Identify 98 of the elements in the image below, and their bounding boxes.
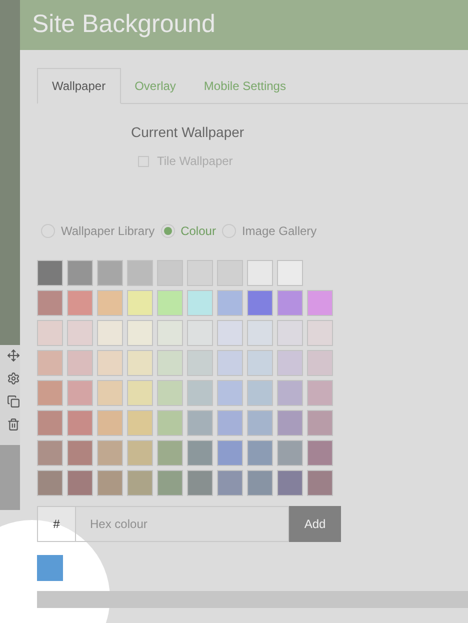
colour-swatch[interactable]	[97, 290, 123, 316]
colour-swatch[interactable]	[157, 440, 183, 466]
colour-swatch[interactable]	[157, 320, 183, 346]
colour-swatch[interactable]	[97, 350, 123, 376]
colour-swatch[interactable]	[247, 440, 273, 466]
colour-swatch[interactable]	[247, 260, 273, 286]
radio-button[interactable]	[160, 224, 175, 238]
radio-label: Colour	[180, 223, 216, 240]
colour-swatch[interactable]	[217, 350, 243, 376]
colour-swatch[interactable]	[247, 380, 273, 406]
colour-swatch[interactable]	[247, 410, 273, 436]
colour-swatch[interactable]	[97, 410, 123, 436]
colour-swatch[interactable]	[157, 290, 183, 316]
colour-swatch[interactable]	[67, 380, 93, 406]
colour-swatch[interactable]	[97, 440, 123, 466]
hex-colour-field[interactable]: Hex colour	[76, 506, 289, 542]
colour-swatch[interactable]	[247, 470, 273, 496]
settings-icon[interactable]	[7, 372, 20, 385]
colour-swatch[interactable]	[187, 410, 213, 436]
colour-swatch[interactable]	[307, 350, 333, 376]
tab[interactable]: Wallpaper	[37, 68, 121, 104]
colour-swatch[interactable]	[187, 380, 213, 406]
colour-swatch[interactable]	[277, 260, 303, 286]
trash-icon[interactable]	[7, 418, 20, 431]
colour-swatch[interactable]	[127, 440, 153, 466]
colour-swatch[interactable]	[157, 410, 183, 436]
colour-swatch[interactable]	[187, 470, 213, 496]
colour-swatch[interactable]	[67, 470, 93, 496]
colour-swatch[interactable]	[277, 410, 303, 436]
section-heading: Current Wallpaper	[131, 123, 246, 142]
colour-swatch[interactable]	[217, 290, 243, 316]
colour-swatch[interactable]	[67, 320, 93, 346]
colour-swatch[interactable]	[277, 380, 303, 406]
colour-swatch[interactable]	[187, 260, 213, 286]
colour-swatch[interactable]	[187, 350, 213, 376]
colour-swatch[interactable]	[97, 380, 123, 406]
colour-swatch[interactable]	[127, 320, 153, 346]
colour-swatch[interactable]	[67, 260, 93, 286]
custom-colour-swatch[interactable]	[37, 555, 63, 581]
sidebar-strip	[0, 445, 20, 510]
colour-swatch[interactable]	[37, 260, 63, 286]
colour-swatch[interactable]	[247, 290, 273, 316]
colour-swatch[interactable]	[97, 260, 123, 286]
colour-swatch[interactable]	[277, 350, 303, 376]
colour-swatch[interactable]	[307, 410, 333, 436]
colour-swatch[interactable]	[97, 470, 123, 496]
radio-label: Image Gallery	[242, 223, 317, 240]
colour-swatch[interactable]	[127, 380, 153, 406]
add-button[interactable]: Add	[289, 506, 341, 542]
colour-swatch[interactable]	[37, 410, 63, 436]
colour-swatch[interactable]	[127, 410, 153, 436]
colour-swatch[interactable]	[217, 410, 243, 436]
colour-swatch[interactable]	[187, 440, 213, 466]
colour-swatch[interactable]	[67, 440, 93, 466]
colour-swatch[interactable]	[127, 260, 153, 286]
radio-label: Wallpaper Library	[61, 223, 155, 240]
colour-swatch[interactable]	[187, 320, 213, 346]
colour-swatch[interactable]	[37, 320, 63, 346]
colour-swatch[interactable]	[37, 290, 63, 316]
colour-swatch[interactable]	[37, 470, 63, 496]
colour-swatch[interactable]	[307, 440, 333, 466]
colour-swatch[interactable]	[157, 350, 183, 376]
colour-swatch[interactable]	[127, 350, 153, 376]
colour-swatch[interactable]	[157, 380, 183, 406]
tab[interactable]: Overlay	[120, 68, 190, 103]
colour-swatch[interactable]	[157, 470, 183, 496]
copy-icon[interactable]	[7, 395, 20, 408]
move-icon[interactable]	[7, 349, 20, 362]
colour-swatch[interactable]	[157, 260, 183, 286]
colour-swatch[interactable]	[37, 380, 63, 406]
tab[interactable]: Mobile Settings	[190, 68, 300, 103]
colour-swatch[interactable]	[187, 290, 213, 316]
colour-swatch[interactable]	[247, 320, 273, 346]
colour-swatch[interactable]	[307, 380, 333, 406]
colour-swatch[interactable]	[37, 350, 63, 376]
colour-swatch[interactable]	[217, 440, 243, 466]
colour-swatch[interactable]	[67, 410, 93, 436]
colour-swatch[interactable]	[307, 320, 333, 346]
colour-swatch[interactable]	[127, 290, 153, 316]
colour-swatch[interactable]	[277, 470, 303, 496]
colour-swatch[interactable]	[217, 380, 243, 406]
colour-swatch[interactable]	[307, 470, 333, 496]
colour-swatch[interactable]	[217, 260, 243, 286]
colour-swatch[interactable]	[67, 350, 93, 376]
colour-swatch[interactable]	[217, 470, 243, 496]
colour-swatch[interactable]	[67, 290, 93, 316]
colour-swatch[interactable]	[277, 440, 303, 466]
page-title: Site Background	[32, 9, 216, 40]
colour-swatch[interactable]	[217, 320, 243, 346]
colour-swatch[interactable]	[277, 320, 303, 346]
colour-swatch[interactable]	[127, 470, 153, 496]
hash-label: #	[37, 506, 76, 542]
colour-swatch[interactable]	[37, 440, 63, 466]
colour-swatch[interactable]	[307, 290, 333, 316]
colour-swatch[interactable]	[247, 350, 273, 376]
colour-swatch[interactable]	[97, 320, 123, 346]
colour-swatch[interactable]	[277, 290, 303, 316]
checkbox[interactable]	[138, 156, 149, 166]
